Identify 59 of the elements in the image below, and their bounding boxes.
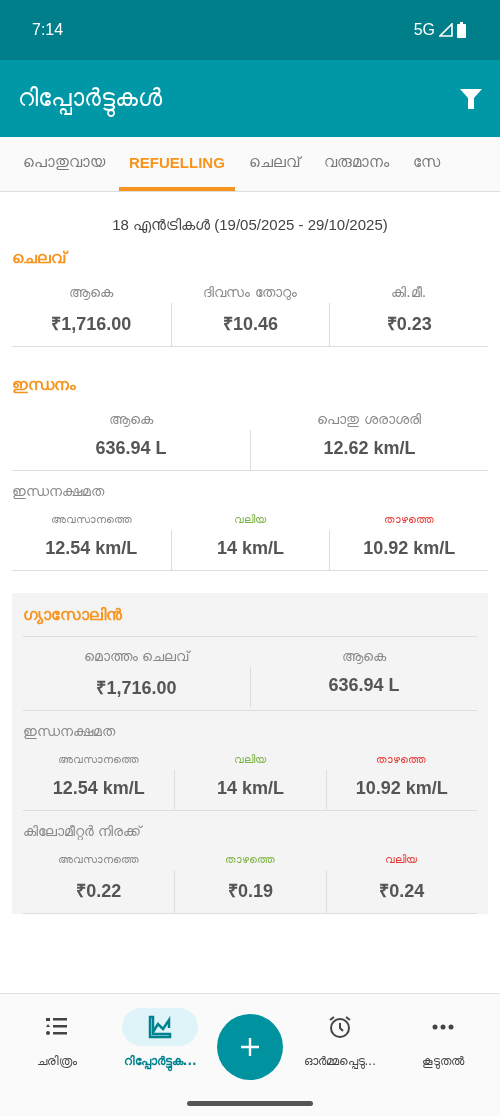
stat-label: വലിയ [234, 751, 266, 768]
stat-label: ആകെ [69, 282, 114, 302]
stat-value: ₹1,716.00 [95, 677, 178, 700]
stat-value: ₹0.23 [329, 303, 488, 346]
stat-value: ₹10.46 [170, 303, 330, 346]
nav-item[interactable]: കൂടുതൽ [396, 1008, 489, 1068]
status-time: 7:14 [32, 21, 64, 39]
stat-label: അവസാനത്തെ [58, 751, 140, 768]
signal-icon [439, 23, 453, 37]
more-icon [431, 1024, 454, 1030]
group-heading: ഇന്ധനക്ഷമത [12, 482, 106, 500]
stat-value: 636.94 L [250, 667, 477, 707]
battery-icon [457, 22, 466, 38]
stat-label: അവസാനത്തെ [50, 511, 132, 528]
stat-value: 10.92 km/L [325, 770, 477, 810]
stat-label: അവസാനത്തെ [58, 851, 140, 868]
nav-item[interactable]: ഓർമ്മപ്പെടു... [293, 1008, 386, 1068]
stat-value: 12.62 km/L [250, 430, 488, 470]
stat-label: താഴത്തെ [383, 511, 434, 528]
stat-value: 12.54 km/L [44, 537, 139, 560]
stat-label: മൊത്തം ചെലവ് [83, 646, 190, 666]
stat-value: ₹0.19 [174, 870, 326, 913]
section-title: ഇന്ധനം [12, 374, 77, 396]
stat-label: വലിയ [234, 511, 266, 528]
stat-label: താഴത്തെ [225, 851, 275, 868]
group-heading: കിലോമീറ്റർ നിരക്ക് [23, 822, 144, 840]
nav-item[interactable]: ചരിത്രം [11, 1008, 104, 1068]
network-type: 5G [413, 21, 435, 39]
stat-value: ₹1,716.00 [50, 313, 133, 336]
nav-label: കൂടുതൽ [421, 1054, 464, 1068]
stat-value: ₹0.22 [75, 880, 123, 903]
stat-value: 10.92 km/L [329, 530, 488, 570]
stat-label: ദിവസം തോറും [203, 282, 297, 302]
nav-label: ഓർമ്മപ്പെടു... [303, 1054, 376, 1068]
plus-icon [240, 1037, 260, 1057]
stat-value: 12.54 km/L [51, 777, 146, 800]
list-icon [45, 1016, 70, 1038]
tab[interactable]: പൊതുവായ [13, 137, 115, 191]
filter-icon[interactable] [460, 88, 482, 109]
stat-value: ₹0.24 [325, 870, 477, 913]
stat-value: 14 km/L [174, 770, 326, 810]
stat-label: താഴത്തെ [376, 751, 427, 768]
stat-label: വലിയ [385, 851, 418, 868]
nav-label: ചരിത്രം [37, 1054, 78, 1068]
section-title: ഗ്യാസോലിൻ [23, 597, 477, 637]
stat-value: 14 km/L [170, 530, 330, 570]
section-title: ചെലവ് [12, 242, 488, 273]
line-chart-icon [148, 1015, 173, 1039]
tab[interactable]: സേ [402, 137, 450, 191]
screen-title: റിപ്പോർട്ടുകൾ [18, 78, 162, 119]
stat-label: പൊതു ശരാശരി [317, 409, 421, 429]
stat-label: ആകെ [341, 646, 386, 666]
stat-value: 636.94 L [94, 437, 168, 460]
entries-summary: 18 എൻട്രികൾ (19/05/2025 - 29/10/2025) [111, 215, 389, 235]
tab[interactable]: ചെലവ് [238, 137, 310, 191]
stat-label: ആകെ [109, 409, 153, 429]
stat-label: കി.മീ. [391, 282, 427, 302]
group-heading: ഇന്ധനക്ഷമത [23, 722, 117, 740]
tab[interactable]: വരുമാനം [313, 137, 399, 191]
